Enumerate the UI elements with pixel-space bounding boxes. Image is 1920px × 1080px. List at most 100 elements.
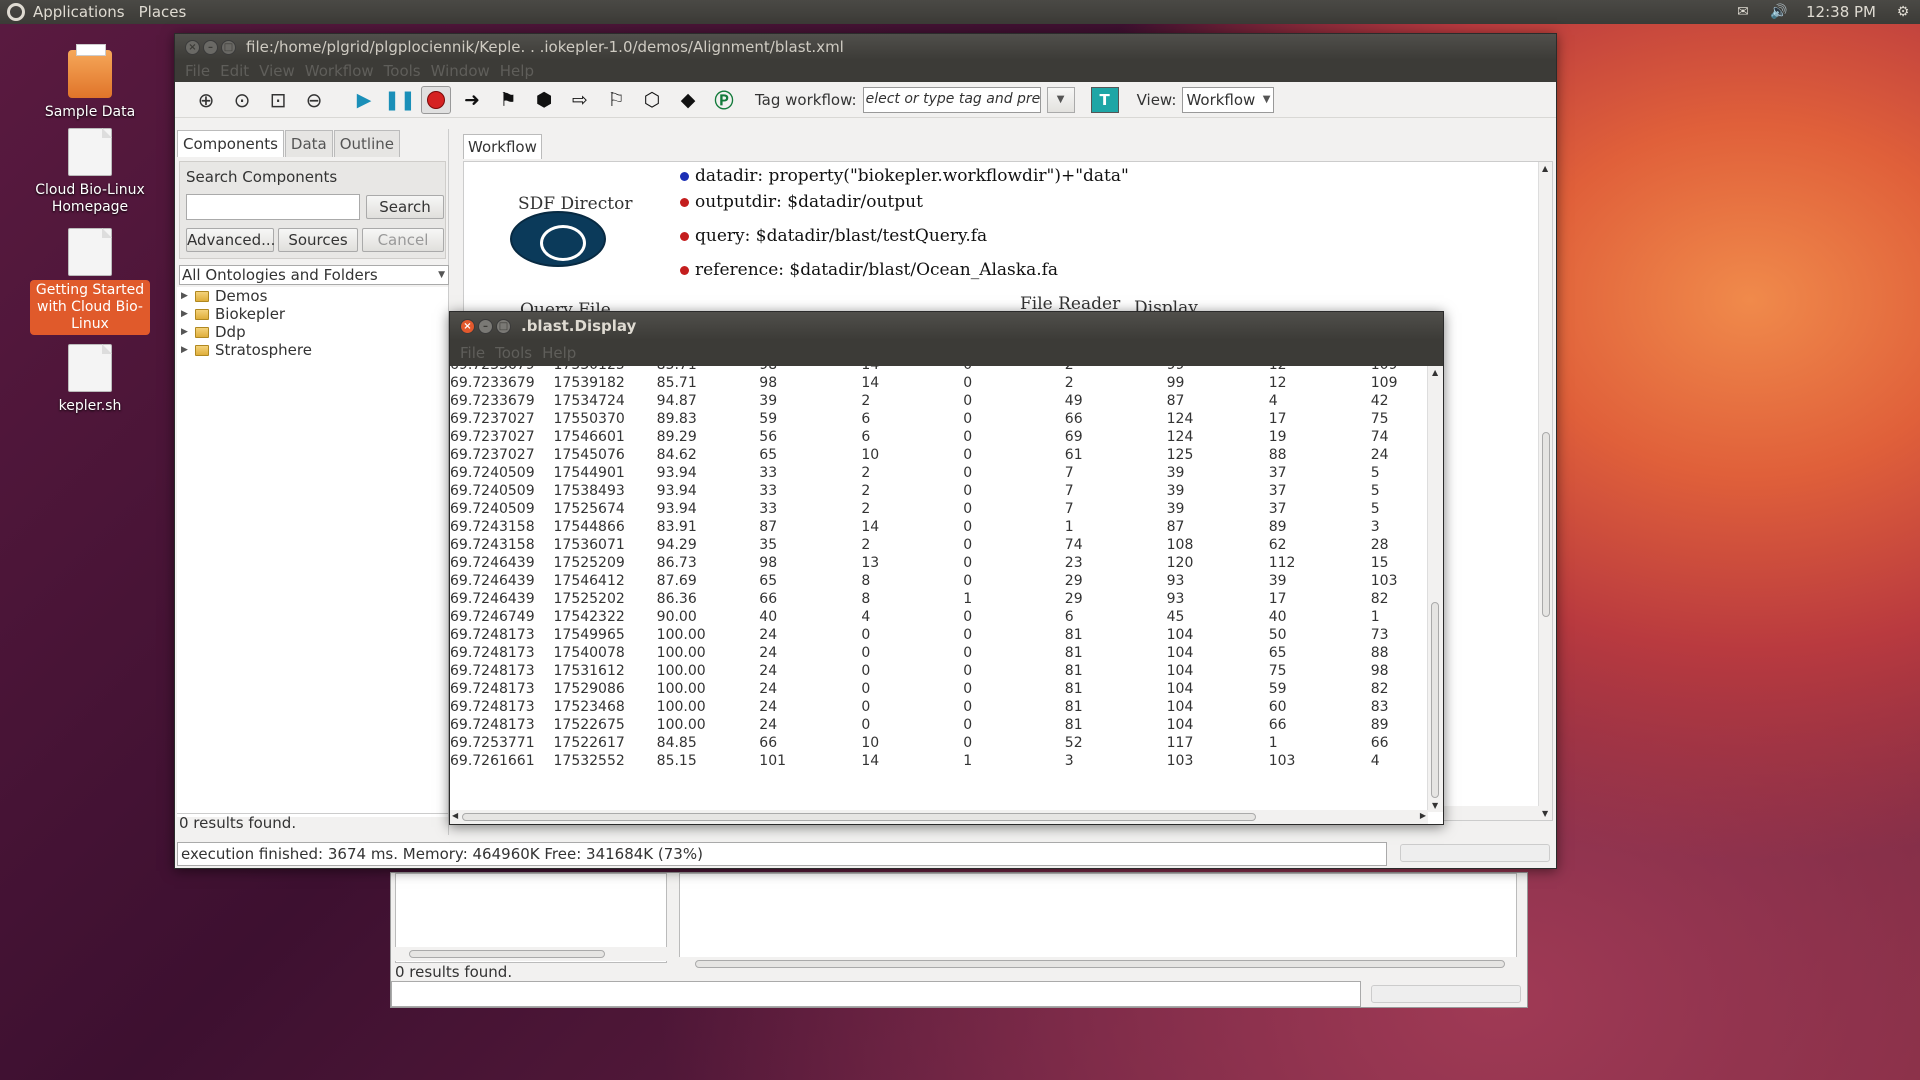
display-hscroll[interactable]: ◀ ▶ (450, 810, 1428, 824)
menu-edit[interactable]: Edit (220, 62, 249, 80)
volume-icon[interactable]: 🔊 (1770, 4, 1788, 20)
maximize-icon[interactable]: □ (221, 39, 236, 55)
table-cell: 33 (759, 465, 778, 481)
port-input-icon[interactable]: ⚑ (493, 86, 523, 114)
menu-help[interactable]: Help (542, 344, 576, 362)
expand-arrow-icon[interactable]: ▶ (181, 327, 195, 337)
param-query[interactable]: query: $datadir/blast/testQuery.fa (680, 226, 987, 246)
display-titlebar[interactable]: × – □ .blast.Display (450, 312, 1443, 340)
tag-t-button[interactable]: T (1090, 86, 1119, 113)
maximize-icon[interactable]: □ (496, 318, 511, 334)
run-icon[interactable]: ▶ (349, 86, 379, 114)
tab-data[interactable]: Data (284, 130, 333, 157)
blast-display-window: × – □ .blast.Display File Tools Help 69.… (449, 311, 1444, 825)
scroll-down-icon[interactable]: ▼ (1432, 801, 1438, 810)
display-vscroll[interactable]: ▲ ▼ (1427, 366, 1443, 812)
scroll-up-icon[interactable]: ▲ (1432, 368, 1438, 377)
desktop-icon-getting-started[interactable]: Getting Started with Cloud Bio-Linux (30, 228, 150, 335)
tree-item-stratosphere[interactable]: ▶ Stratosphere (177, 341, 448, 359)
menu-tools[interactable]: Tools (495, 344, 532, 362)
relation-icon[interactable]: ◆ (673, 86, 703, 114)
sources-button[interactable]: Sources (278, 228, 358, 252)
close-icon[interactable]: × (460, 318, 475, 334)
canvas-vscroll[interactable]: ▲ ▼ (1538, 162, 1552, 820)
tag-workflow-input[interactable]: elect or type tag and press enter (862, 86, 1041, 113)
menu-workflow[interactable]: Workflow (305, 62, 374, 80)
applications-menu[interactable]: Applications (33, 3, 125, 21)
table-cell: 7 (1064, 483, 1074, 499)
desktop-icon-cloud-homepage[interactable]: Cloud Bio-Linux Homepage (30, 128, 150, 218)
bg-right-hscroll[interactable] (679, 957, 1517, 971)
table-cell: 0 (963, 645, 973, 661)
menu-file[interactable]: File (185, 62, 210, 80)
desktop-icon-sample-data[interactable]: Sample Data (30, 44, 150, 123)
table-cell: 2 (861, 483, 871, 499)
search-button[interactable]: Search (366, 195, 444, 219)
bg-left-hscroll[interactable] (395, 947, 667, 961)
minimize-icon[interactable]: – (478, 318, 493, 334)
tab-outline[interactable]: Outline (333, 130, 400, 157)
expand-arrow-icon[interactable]: ▶ (181, 291, 195, 301)
advanced-button[interactable]: Advanced... (186, 228, 275, 252)
scroll-left-icon[interactable]: ◀ (452, 811, 458, 820)
scroll-thumb[interactable] (409, 950, 605, 958)
table-cell: 17550370 (553, 411, 625, 427)
menu-file[interactable]: File (460, 344, 485, 362)
table-cell: 24 (759, 681, 778, 697)
zoom-in-icon[interactable]: ⊕ (191, 86, 221, 114)
multiport-input-icon[interactable]: ⚐ (601, 86, 631, 114)
scroll-thumb[interactable] (1431, 602, 1439, 798)
expand-arrow-icon[interactable]: ▶ (181, 309, 195, 319)
table-cell: 56 (759, 429, 778, 445)
pause-icon[interactable]: ❚❚ (384, 86, 416, 114)
display-text-area[interactable]: 69.72336791753012585.71981402991210969.7… (450, 366, 1428, 806)
bg-right-list[interactable] (679, 873, 1517, 963)
scroll-right-icon[interactable]: ▶ (1420, 811, 1426, 820)
tab-components[interactable]: Components (177, 130, 284, 157)
param-outputdir[interactable]: outputdir: $datadir/output (680, 192, 923, 212)
port-io-icon[interactable]: ⬢ (529, 86, 559, 114)
tree-item-ddp[interactable]: ▶ Ddp (177, 323, 448, 341)
scroll-up-icon[interactable]: ▲ (1542, 164, 1548, 173)
minimize-icon[interactable]: – (203, 39, 218, 55)
table-cell: 0 (861, 717, 871, 733)
expand-arrow-icon[interactable]: ▶ (181, 345, 195, 355)
tree-item-biokepler[interactable]: ▶ Biokepler (177, 305, 448, 323)
zoom-reset-icon[interactable]: ⊙ (227, 86, 257, 114)
param-datadir[interactable]: datadir: property("biokepler.workflowdir… (680, 166, 1129, 186)
tree-item-demos[interactable]: ▶ Demos (177, 287, 448, 305)
menu-view[interactable]: View (259, 62, 295, 80)
parameter-icon[interactable]: Ⓟ (709, 86, 739, 114)
table-cell: 17 (1268, 411, 1287, 427)
multiport-io-icon[interactable]: ⬡ (637, 86, 667, 114)
places-menu[interactable]: Places (139, 3, 187, 21)
close-icon[interactable]: × (185, 39, 200, 55)
multiport-output-icon[interactable]: ⇨ (565, 86, 595, 114)
desktop-icon-kepler-sh[interactable]: kepler.sh (30, 344, 150, 417)
menu-help[interactable]: Help (500, 62, 534, 80)
param-reference[interactable]: reference: $datadir/blast/Ocean_Alaska.f… (680, 260, 1058, 280)
ubuntu-logo-icon[interactable] (7, 3, 25, 21)
zoom-out-icon[interactable]: ⊖ (299, 86, 329, 114)
sdf-director-icon[interactable] (510, 211, 606, 267)
view-select[interactable]: Workflow ▼ (1182, 86, 1275, 113)
mail-icon[interactable]: ✉ (1734, 4, 1752, 20)
tab-workflow[interactable]: Workflow (463, 134, 542, 159)
stop-icon[interactable] (421, 85, 451, 114)
clock[interactable]: 12:38 PM (1806, 3, 1876, 21)
scroll-thumb[interactable] (462, 813, 1256, 821)
tag-dropdown-button[interactable]: ▼ (1046, 86, 1075, 113)
scroll-thumb[interactable] (1542, 432, 1550, 617)
menu-tools[interactable]: Tools (384, 62, 421, 80)
gear-icon[interactable]: ⚙ (1894, 4, 1912, 20)
ontology-select[interactable]: All Ontologies and Folders ▼ (179, 265, 449, 285)
scroll-down-icon[interactable]: ▼ (1542, 809, 1548, 818)
scroll-thumb[interactable] (695, 960, 1505, 968)
zoom-fit-icon[interactable]: ⊡ (263, 86, 293, 114)
menu-window[interactable]: Window (431, 62, 490, 80)
main-titlebar[interactable]: × – □ file:/home/plgrid/plgplociennik/Ke… (175, 34, 1556, 60)
table-cell: 17532552 (553, 753, 625, 769)
port-output-icon[interactable]: ➜ (457, 86, 487, 114)
search-input[interactable] (186, 194, 360, 220)
cancel-button[interactable]: Cancel (362, 228, 444, 252)
